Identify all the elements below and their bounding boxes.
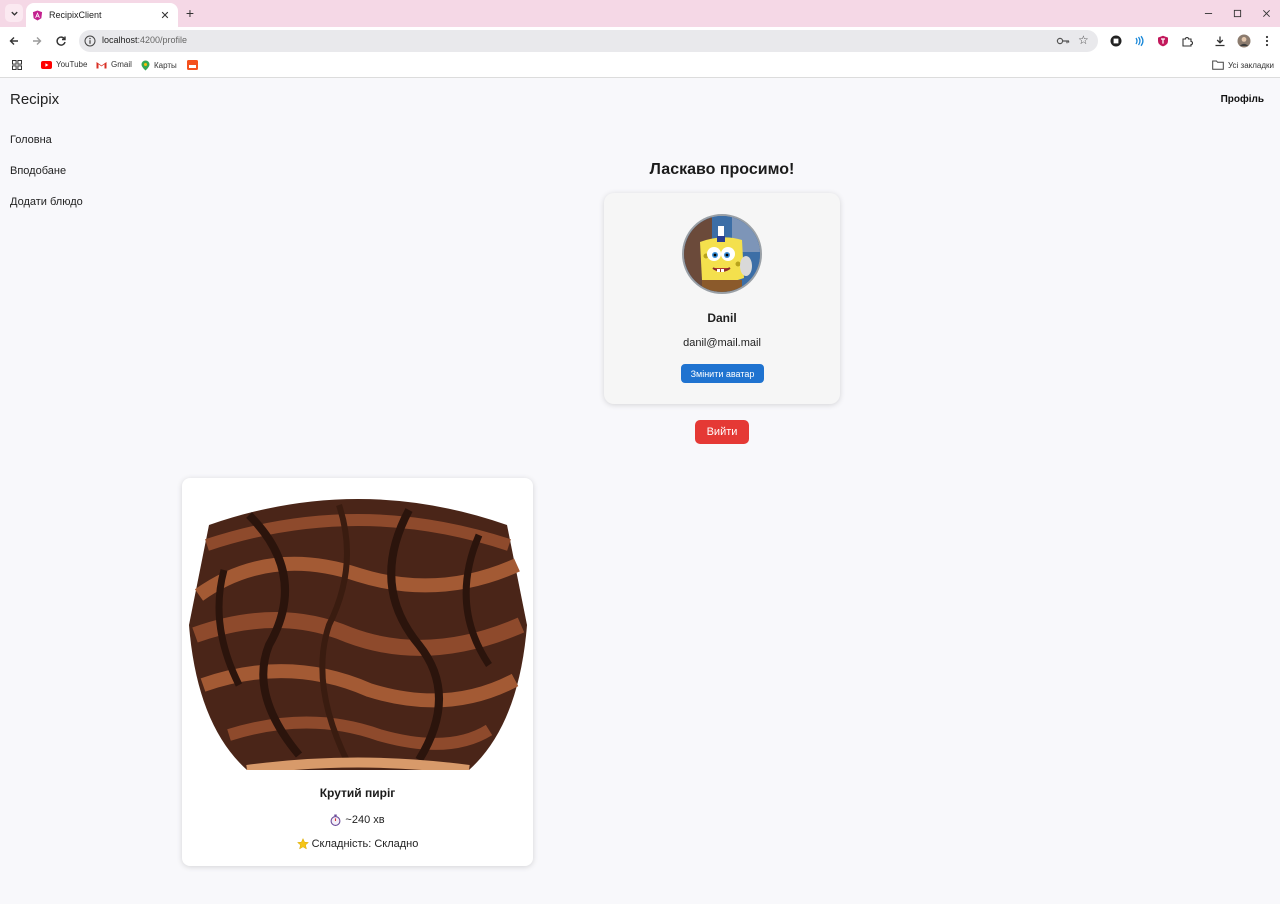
- folder-icon: [1212, 60, 1224, 70]
- bookmarks-bar: YouTube Gmail Карты Усі закладки: [0, 55, 1280, 78]
- recipe-title[interactable]: Крутий пиріг: [182, 786, 533, 800]
- bookmark-app-icon: [187, 60, 198, 70]
- tab-title: RecipixClient: [49, 10, 102, 20]
- new-tab-button[interactable]: +: [182, 5, 198, 21]
- back-button[interactable]: [5, 32, 23, 50]
- puzzle-icon: [1182, 37, 1193, 47]
- browser-tab-active[interactable]: RecipixClient ✕: [26, 3, 178, 27]
- shield-extension-icon: [1158, 35, 1168, 47]
- more-vertical-icon: [1265, 35, 1269, 47]
- header-profile-link[interactable]: Профіль: [1221, 94, 1264, 105]
- recipe-difficulty-text: Складність: Складно: [311, 838, 419, 850]
- extension-1-button[interactable]: [1108, 33, 1124, 49]
- reload-icon: [56, 36, 66, 46]
- stopwatch-icon: [330, 814, 341, 826]
- recipe-time-text: ~240 хв: [345, 814, 385, 826]
- close-window-button[interactable]: [1251, 0, 1280, 27]
- extensions-menu-button[interactable]: [1179, 33, 1195, 49]
- arrow-right-icon: [33, 37, 42, 45]
- gmail-icon: [96, 61, 107, 68]
- user-profile-button[interactable]: [1236, 33, 1252, 49]
- avatar: [682, 214, 762, 294]
- chevron-down-icon: [10, 11, 18, 16]
- minimize-window-button[interactable]: [1193, 0, 1223, 27]
- bookmark-app[interactable]: [187, 60, 202, 70]
- angular-favicon-icon: [32, 9, 43, 21]
- recipe-difficulty: Складність: Складно: [182, 838, 533, 850]
- star-icon: [296, 838, 309, 850]
- nav-item-home[interactable]: Головна: [10, 134, 52, 146]
- forward-button[interactable]: [28, 32, 46, 50]
- close-icon: [1262, 10, 1270, 17]
- profile-card: Danil danil@mail.mail Змінити аватар: [604, 193, 840, 404]
- extension-2-button[interactable]: [1131, 33, 1147, 49]
- youtube-icon: [41, 60, 52, 69]
- wave-extension-icon: [1135, 35, 1144, 47]
- recipe-time: ~240 хв: [182, 814, 533, 826]
- download-icon: [1215, 36, 1225, 47]
- babka-cake-image: [189, 485, 527, 770]
- maximize-icon: [1233, 9, 1241, 18]
- maximize-window-button[interactable]: [1222, 0, 1252, 27]
- app-logo-title[interactable]: Recipix: [10, 91, 59, 108]
- browser-tab-strip: RecipixClient ✕ +: [0, 0, 1280, 27]
- browser-menu-button[interactable]: [1259, 33, 1275, 49]
- browser-toolbar: localhost:4200/profile ☆: [0, 27, 1280, 55]
- all-bookmarks-button[interactable]: Усі закладки: [1212, 60, 1274, 70]
- user-avatar-icon: [1237, 34, 1251, 48]
- arrow-left-icon: [9, 37, 18, 45]
- nav-item-add-dish[interactable]: Додати блюдо: [10, 196, 83, 208]
- extension-3-button[interactable]: [1155, 33, 1171, 49]
- welcome-heading: Ласкаво просимо!: [649, 161, 795, 178]
- password-key-icon[interactable]: [1056, 35, 1070, 47]
- recipe-card[interactable]: Крутий пиріг ~240 хв Складність: Складно: [182, 478, 533, 866]
- recipe-image: [189, 485, 527, 770]
- bookmark-youtube[interactable]: YouTube: [41, 60, 87, 69]
- maps-icon: [141, 60, 150, 71]
- address-bar[interactable]: localhost:4200/profile ☆: [79, 30, 1098, 52]
- apps-button[interactable]: [12, 60, 22, 70]
- minimize-icon: [1204, 13, 1212, 14]
- extension-dark-icon: [1110, 35, 1122, 47]
- user-email: danil@mail.mail: [683, 337, 761, 349]
- apps-grid-icon: [12, 60, 22, 70]
- bookmark-gmail[interactable]: Gmail: [96, 60, 132, 69]
- url-text[interactable]: localhost:4200/profile: [102, 35, 187, 45]
- tab-search-button[interactable]: [5, 4, 23, 22]
- downloads-button[interactable]: [1212, 33, 1228, 49]
- user-avatar-image: [684, 216, 760, 292]
- site-info-icon[interactable]: [84, 35, 96, 47]
- bookmark-star-icon[interactable]: ☆: [1078, 33, 1089, 47]
- user-name: Danil: [707, 311, 737, 325]
- logout-button[interactable]: Вийти: [695, 420, 749, 444]
- bookmark-maps[interactable]: Карты: [141, 60, 177, 71]
- close-tab-icon[interactable]: ✕: [158, 8, 172, 22]
- change-avatar-button[interactable]: Змінити аватар: [681, 364, 764, 383]
- reload-button[interactable]: [52, 32, 70, 50]
